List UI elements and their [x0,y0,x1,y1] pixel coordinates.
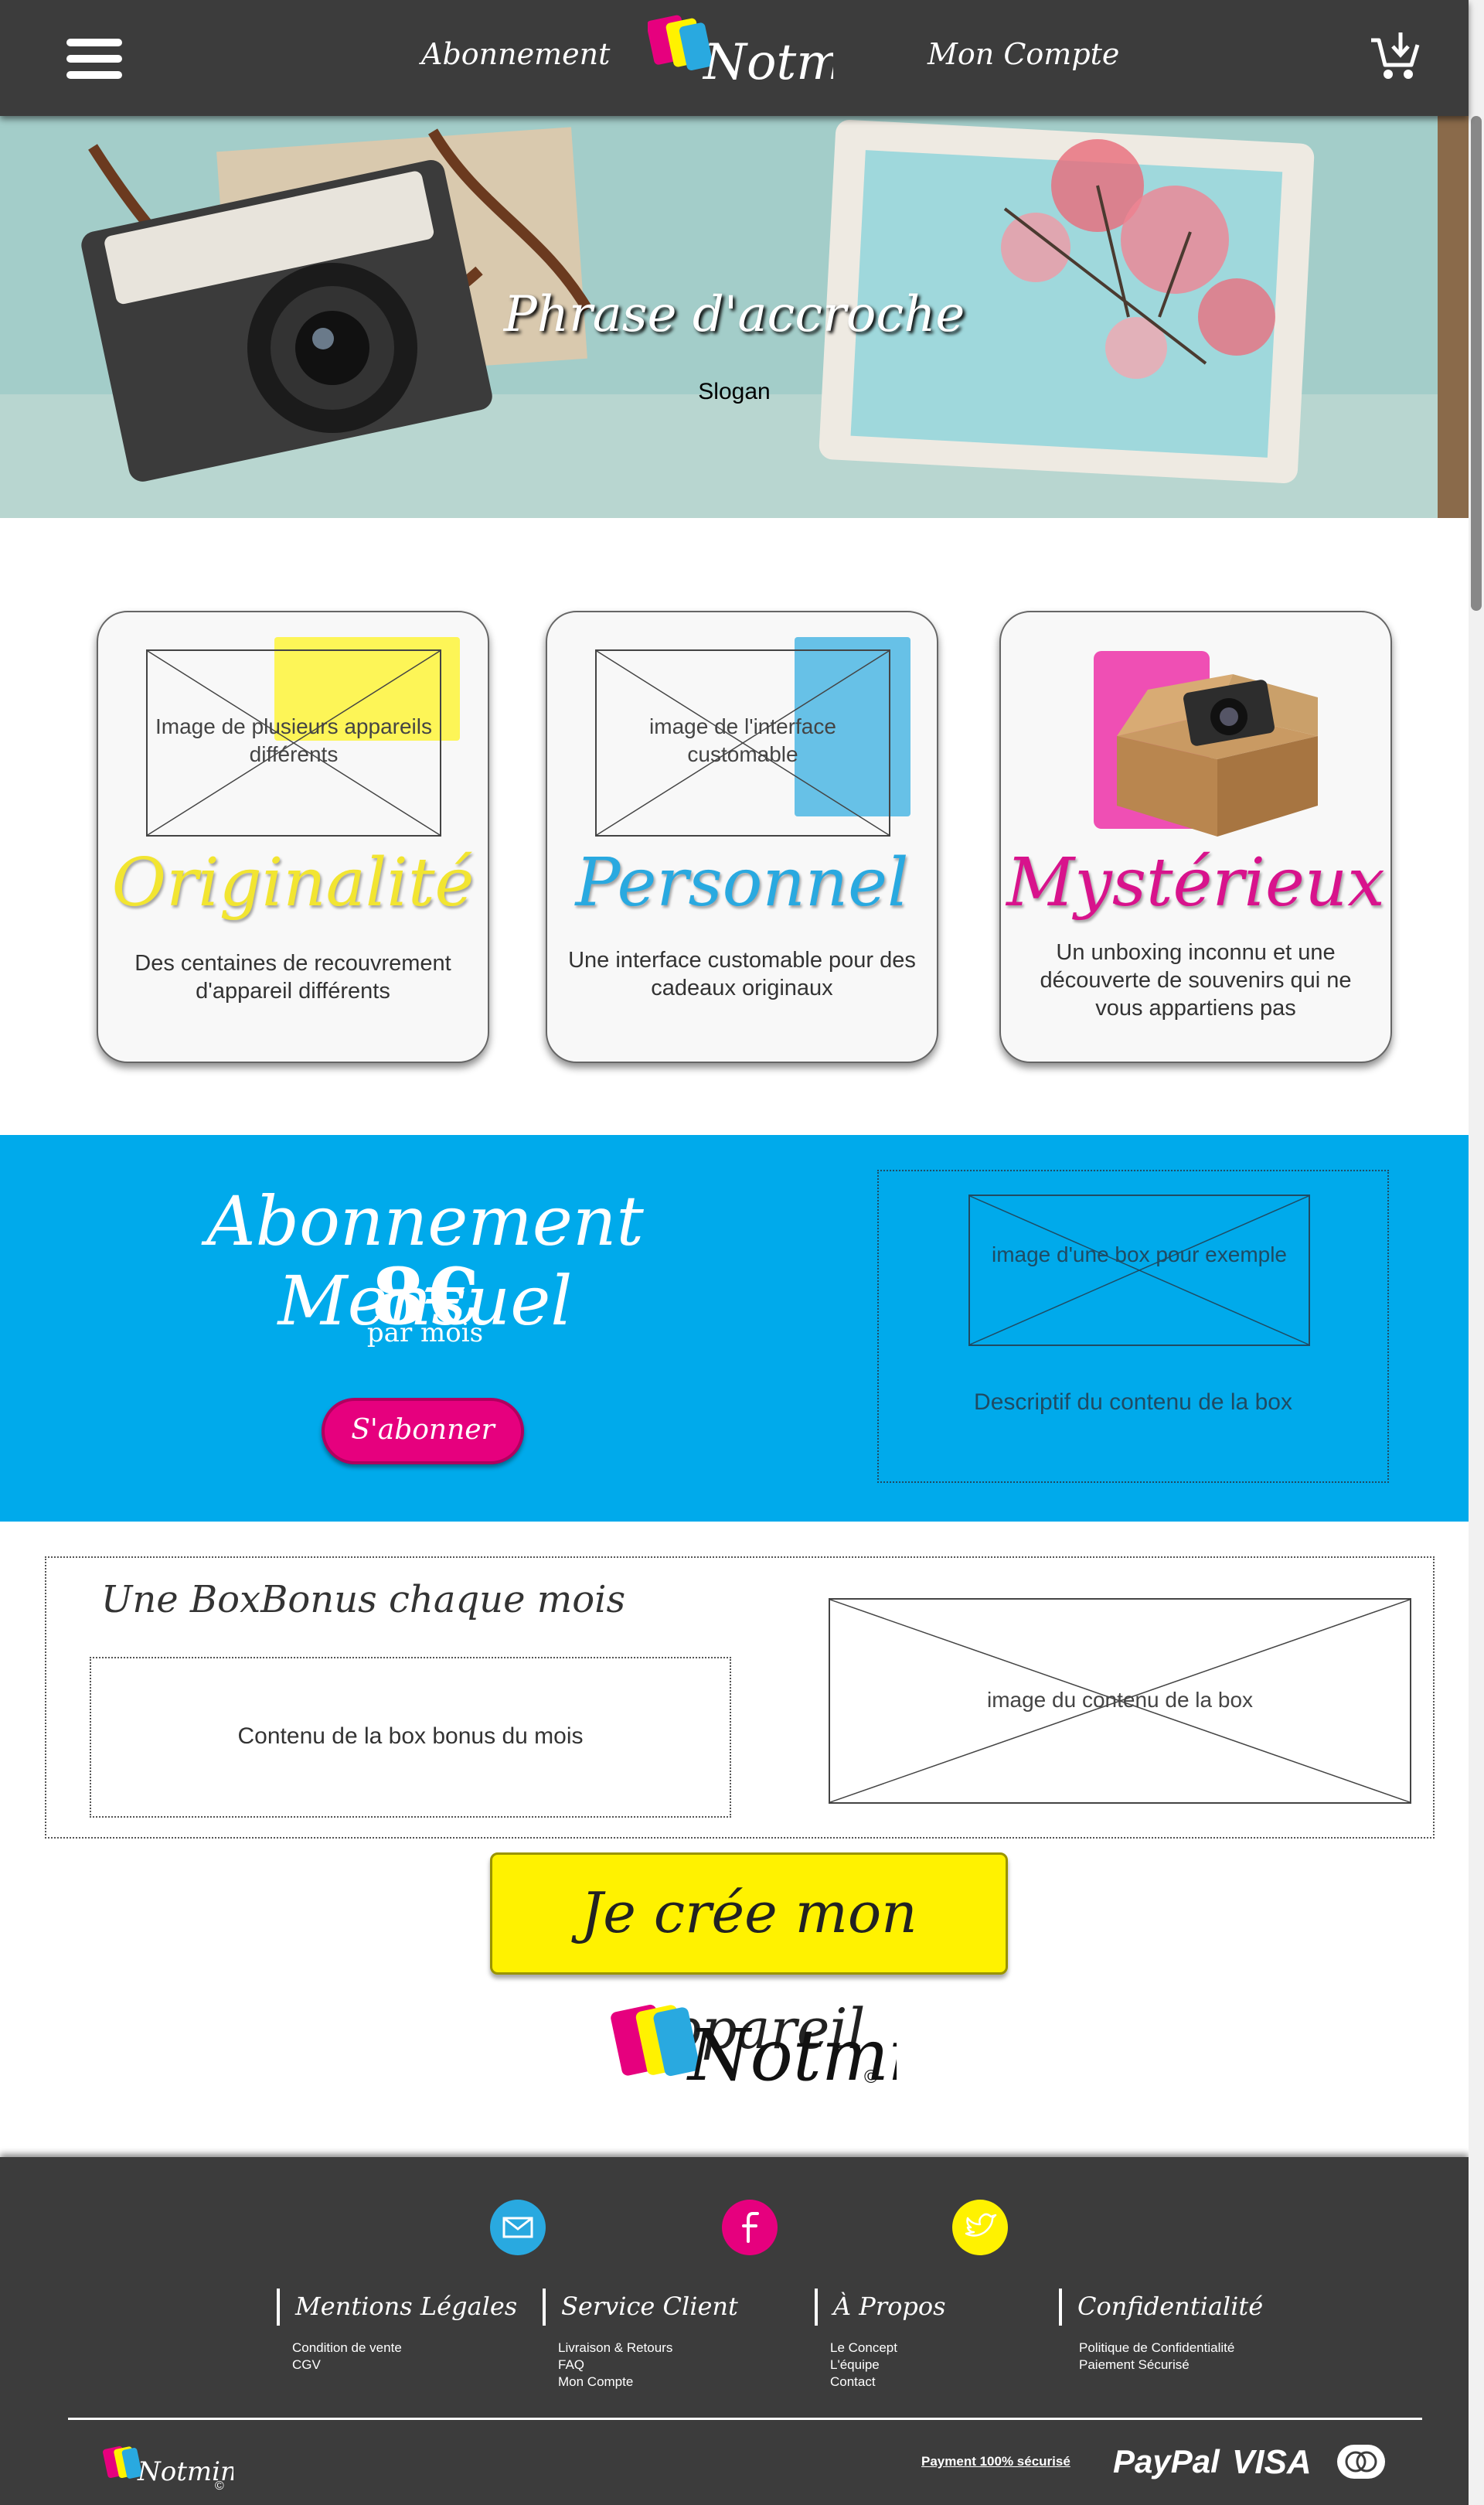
subscribe-button[interactable]: S'abonner [322,1398,524,1464]
feature-card-personal: image de l'interface customable Personne… [546,611,938,1063]
paypal-logo: PayPal [1113,2443,1220,2479]
image-placeholder-label: image du contenu de la box [986,1688,1254,1712]
footer-link[interactable]: Condition de vente [292,2340,402,2357]
feature-title: Personnel [575,844,909,922]
footer-heading: Mentions Légales [295,2292,518,2321]
footer-heading: À Propos [833,2292,946,2321]
logo-text: Notmine [702,34,833,91]
feature-description: Une interface customable pour des cadeau… [568,948,916,1000]
hero-tagline: Phrase d'accroche [503,286,965,343]
feature-description: Un unboxing inconnu et une découverte de… [1040,940,1352,1021]
box-example-panel: image d'une box pour exemple Descriptif … [877,1170,1389,1483]
brand-logo-large: Notmine © [611,1981,999,2120]
footer-links: Condition de vente CGV [292,2340,402,2374]
footer: Mentions Légales Condition de vente CGV … [0,2157,1469,2505]
footer-link[interactable]: Contact [830,2374,897,2391]
image-placeholder: image d'une box pour exemple [968,1195,1310,1346]
twitter-icon[interactable] [952,2200,1008,2255]
footer-links: Politique de Confidentialité Paiement Sé… [1079,2340,1234,2374]
footer-link[interactable]: CGV [292,2357,402,2374]
footer-links: Le Concept L'équipe Contact [830,2340,897,2391]
footer-link[interactable]: Livraison & Retours [558,2340,672,2357]
hero-banner: Phrase d'accroche Slogan [0,116,1469,518]
footer-divider [277,2289,280,2326]
bonus-content-panel: Contenu de la box bonus du mois [90,1657,731,1818]
menu-icon[interactable] [66,39,122,79]
box-camera-illustration [1094,651,1318,837]
visa-logo: VISA [1232,2443,1312,2481]
feature-title: Mystérieux [1006,844,1385,922]
footer-divider-line [68,2418,1422,2420]
footer-link[interactable]: Paiement Sécurisé [1079,2357,1234,2374]
subscription-section: Abonnement Mensuel 8€ par mois S'abonner… [0,1135,1469,1522]
footer-divider [543,2289,546,2326]
cart-add-icon[interactable] [1368,29,1422,84]
hero-slogan: Slogan [698,379,771,404]
card-network-icon [1337,2445,1385,2479]
footer-link[interactable]: Politique de Confidentialité [1079,2340,1234,2357]
image-placeholder: image de l'interface customable [595,649,890,837]
feature-card-mysterious: Mystérieux Un unboxing inconnu et une dé… [999,611,1392,1063]
footer-divider [1059,2289,1062,2326]
feature-card-originality: Image de plusieurs appareils différents … [97,611,489,1063]
facebook-icon[interactable] [722,2200,778,2255]
brand-logo-footer[interactable]: Notmine © [102,2435,253,2497]
footer-link[interactable]: FAQ [558,2357,672,2374]
secure-payment-label: Payment 100% sécurisé [921,2454,1070,2469]
footer-link[interactable]: Mon Compte [558,2374,672,2391]
feature-description: Des centaines de recouvrement d'appareil… [134,951,451,1004]
image-placeholder: image du contenu de la box [829,1598,1411,1804]
copyright-symbol: © [864,2067,878,2088]
scrollbar-thumb[interactable] [1471,116,1482,611]
mail-icon[interactable] [490,2200,546,2255]
footer-links: Livraison & Retours FAQ Mon Compte [558,2340,672,2391]
bonus-title: Une BoxBonus chaque mois [100,1578,626,1621]
footer-heading: Confidentialité [1077,2292,1264,2321]
footer-link[interactable]: L'équipe [830,2357,897,2374]
image-placeholder: Image de plusieurs appareils différents [146,649,441,837]
subscription-period: par mois [366,1317,484,1348]
footer-link[interactable]: Le Concept [830,2340,897,2357]
brand-logo[interactable]: Notmine [646,8,921,108]
bonus-box-section: Une BoxBonus chaque mois Contenu de la b… [45,1556,1435,1839]
page-scrollbar[interactable] [1469,0,1484,2505]
nav-link-account[interactable]: Mon Compte [928,37,1119,71]
footer-divider [815,2289,818,2326]
top-header: Abonnement Notmine Mon Compte [0,0,1469,116]
footer-heading: Service Client [561,2292,738,2321]
box-description: Descriptif du contenu de la box [974,1389,1292,1415]
image-placeholder-label: image de l'interface customable [649,714,836,766]
create-camera-button[interactable]: Je crée mon appareil [490,1852,1008,2061]
copyright-symbol: © [215,2479,224,2493]
feature-title: Originalité [111,844,475,922]
image-placeholder-label: Image de plusieurs appareils différents [155,714,432,766]
image-placeholder-label: image d'une box pour exemple [991,1242,1288,1266]
bonus-content-text: Contenu de la box bonus du mois [237,1723,584,1749]
nav-link-subscription[interactable]: Abonnement [421,37,610,71]
